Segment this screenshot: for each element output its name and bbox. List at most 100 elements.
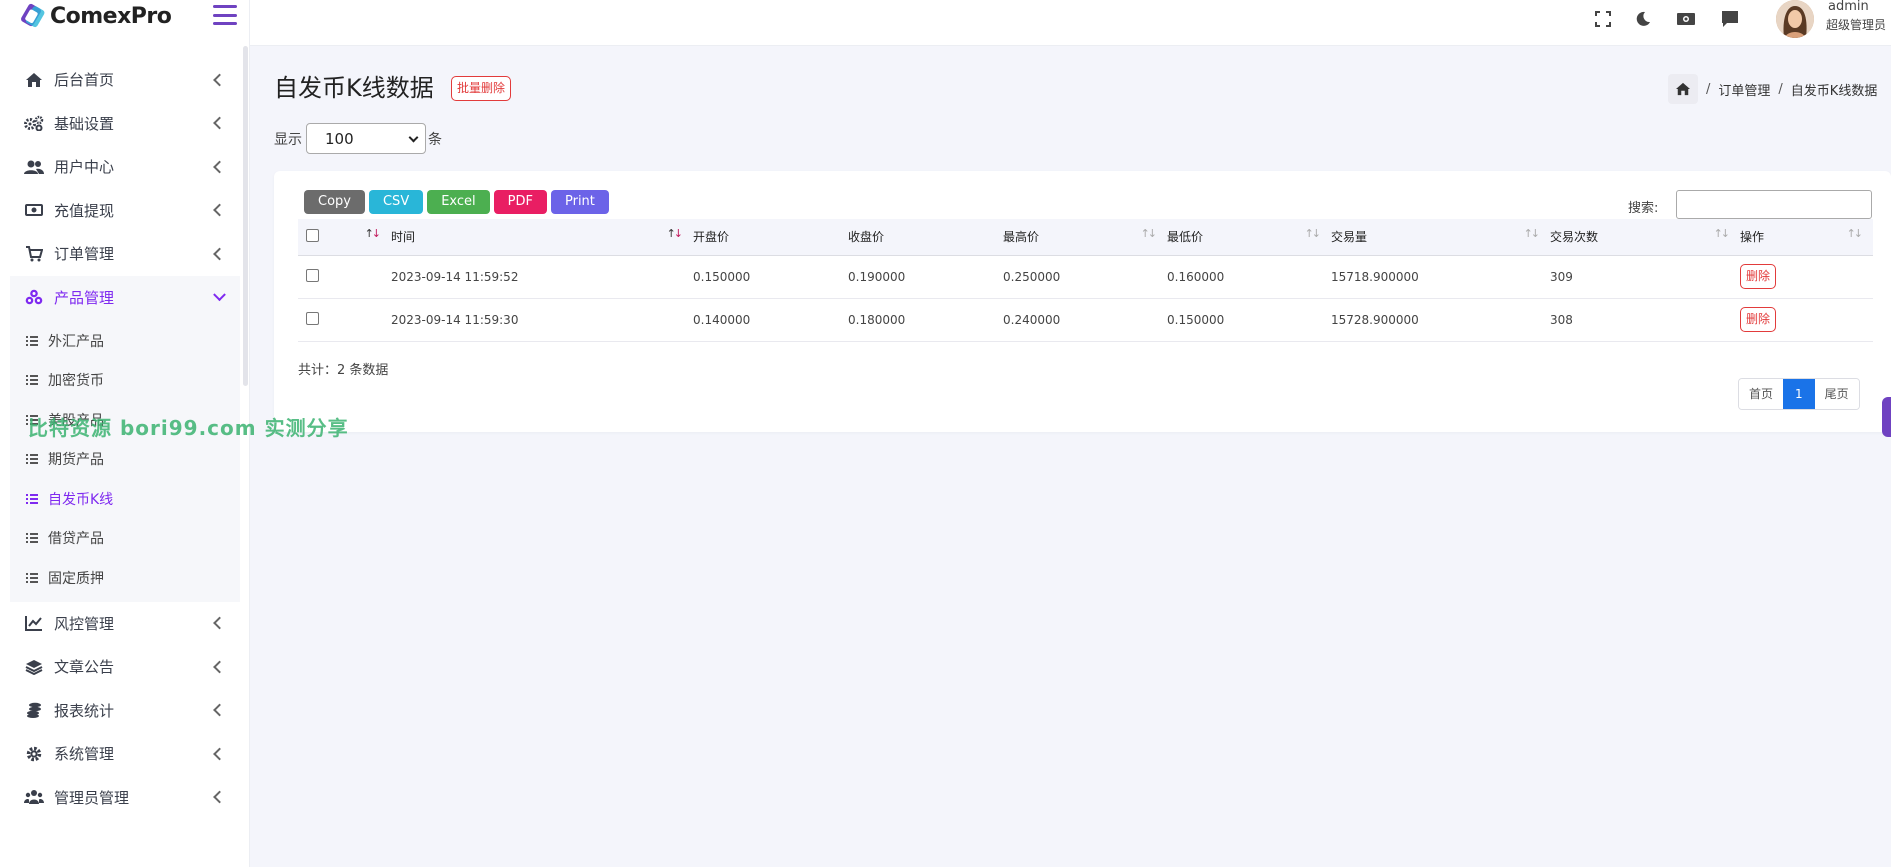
message-icon[interactable]: [1719, 8, 1741, 30]
sidebar-item-label: 报表统计: [54, 701, 115, 720]
cell-trades: 308: [1550, 298, 1740, 342]
chevron-down-icon: [213, 288, 226, 302]
sidebar-item-label: 系统管理: [54, 745, 115, 764]
sidebar-subitem-coin-kline[interactable]: 自发币K线: [10, 479, 240, 519]
list-icon: [26, 493, 38, 504]
user-role: 超级管理员: [1826, 18, 1887, 32]
sidebar-item-deposit-withdraw[interactable]: 充值提现: [10, 189, 240, 233]
cell-open: 0.140000: [693, 298, 848, 342]
search-input[interactable]: [1676, 190, 1872, 219]
sidebar-item-articles[interactable]: 文章公告: [10, 645, 240, 689]
cell-time: 2023-09-14 11:59:52: [391, 255, 693, 299]
chevron-down-icon: [408, 132, 419, 143]
column-header-actions[interactable]: 操作 ↑↓: [1740, 219, 1873, 256]
sort-icon[interactable]: ↑↓: [1847, 227, 1864, 240]
column-header-label: 开盘价: [693, 230, 730, 245]
fullscreen-icon[interactable]: [1592, 8, 1614, 30]
delete-button[interactable]: 删除: [1740, 264, 1777, 289]
delete-button[interactable]: 删除: [1740, 307, 1777, 332]
money-icon[interactable]: [1675, 8, 1697, 30]
column-header-time[interactable]: 时间 ↑↓: [391, 219, 693, 256]
user-name[interactable]: admin: [1828, 0, 1869, 14]
sidebar-item-label: 后台首页: [54, 71, 115, 90]
money-icon: [24, 200, 44, 220]
cell-low: 0.160000: [1167, 255, 1331, 299]
sidebar-item-user-center[interactable]: 用户中心: [10, 145, 240, 189]
cell-time: 2023-09-14 11:59:30: [391, 298, 693, 342]
sidebar-item-basic-settings[interactable]: 基础设置: [10, 102, 240, 146]
settings-side-tab[interactable]: [1882, 397, 1891, 437]
first-page-button[interactable]: 首页: [1739, 379, 1784, 409]
sidebar-item-home[interactable]: 后台首页: [10, 58, 240, 102]
sidebar-item-risk-control[interactable]: 风控管理: [10, 602, 240, 646]
sort-icon[interactable]: ↑↓: [1714, 227, 1731, 240]
column-header-low[interactable]: 最低价 ↑↓: [1167, 219, 1331, 256]
chevron-left-icon: [213, 203, 226, 217]
chevron-left-icon: [213, 73, 226, 87]
chart-line-icon: [24, 613, 44, 633]
pdf-button[interactable]: PDF: [493, 190, 547, 214]
pagination: 首页 1 尾页: [1738, 378, 1860, 410]
breadcrumb: / 订单管理 / 自发币K线数据: [1668, 74, 1877, 104]
current-page-button[interactable]: 1: [1783, 379, 1815, 409]
chevron-left-icon: [213, 116, 226, 130]
select-all-header[interactable]: ↑↓: [298, 219, 391, 256]
row-select-cell: [298, 298, 391, 342]
excel-button[interactable]: Excel: [427, 190, 490, 214]
cell-low: 0.150000: [1167, 298, 1331, 342]
brand-logo[interactable]: ComexPro: [18, 0, 172, 32]
watermark: 比特资源 bori99.com 实测分享: [28, 416, 349, 440]
sidebar-item-label: 文章公告: [54, 658, 115, 677]
column-header-open[interactable]: 开盘价: [693, 219, 848, 256]
sidebar-subitem-futures[interactable]: 期货产品: [10, 440, 240, 480]
row-checkbox[interactable]: [306, 268, 319, 282]
avatar[interactable]: [1776, 0, 1814, 38]
sidebar-item-system[interactable]: 系统管理: [10, 732, 240, 776]
copy-button[interactable]: Copy: [304, 190, 365, 214]
column-header-trades[interactable]: 交易次数 ↑↓: [1550, 219, 1740, 256]
sort-icon[interactable]: ↑↓: [1141, 227, 1158, 240]
print-button[interactable]: Print: [550, 190, 609, 214]
column-header-volume[interactable]: 交易量 ↑↓: [1331, 219, 1550, 256]
sort-icon[interactable]: ↑↓: [365, 227, 382, 240]
sort-icon[interactable]: ↑↓: [667, 227, 684, 240]
page-title: 自发币K线数据: [274, 74, 434, 102]
breadcrumb-separator: /: [1778, 81, 1783, 97]
sidebar-item-reports[interactable]: 报表统计: [10, 689, 240, 733]
breadcrumb-link[interactable]: 订单管理: [1718, 80, 1770, 99]
cell-high: 0.250000: [1003, 255, 1167, 299]
sidebar-item-label: 管理员管理: [54, 788, 130, 807]
sidebar-subitem-label: 固定质押: [48, 570, 104, 587]
batch-delete-button[interactable]: 批量删除: [451, 76, 512, 101]
sidebar-item-product-management[interactable]: 产品管理: [10, 275, 240, 319]
column-header-label: 收盘价: [848, 230, 885, 245]
menu-toggle-icon[interactable]: [213, 5, 237, 25]
sidebar-item-admin-management[interactable]: 管理员管理: [10, 776, 240, 820]
sidebar-item-order-management[interactable]: 订单管理: [10, 232, 240, 276]
show-suffix: 条: [428, 131, 442, 148]
last-page-button[interactable]: 尾页: [1814, 379, 1859, 409]
row-checkbox[interactable]: [306, 311, 319, 325]
chevron-left-icon: [213, 790, 226, 804]
cell-actions: 删除: [1740, 255, 1873, 299]
page-length-select[interactable]: 100: [306, 123, 426, 154]
column-header-label: 操作: [1740, 230, 1765, 245]
sort-icon[interactable]: ↑↓: [1305, 227, 1322, 240]
sidebar-subitem-label: 外汇产品: [48, 333, 104, 350]
coins-icon: [24, 700, 44, 720]
sidebar-scrollbar[interactable]: [243, 46, 248, 386]
csv-button[interactable]: CSV: [368, 190, 424, 214]
home-icon[interactable]: [1668, 74, 1698, 104]
sidebar-subitem-lending[interactable]: 借贷产品: [10, 519, 240, 559]
sort-icon[interactable]: ↑↓: [1524, 227, 1541, 240]
column-header-close[interactable]: 收盘价: [848, 219, 1003, 256]
column-header-high[interactable]: 最高价 ↑↓: [1003, 219, 1167, 256]
select-all-checkbox[interactable]: [306, 228, 319, 242]
list-icon: [26, 454, 38, 465]
users-icon: [24, 157, 44, 177]
sidebar-subitem-forex[interactable]: 外汇产品: [10, 321, 240, 361]
sidebar-subitem-staking[interactable]: 固定质押: [10, 558, 240, 598]
home-icon: [24, 70, 44, 90]
dark-mode-icon[interactable]: [1632, 8, 1654, 30]
sidebar-subitem-crypto[interactable]: 加密货币: [10, 361, 240, 401]
